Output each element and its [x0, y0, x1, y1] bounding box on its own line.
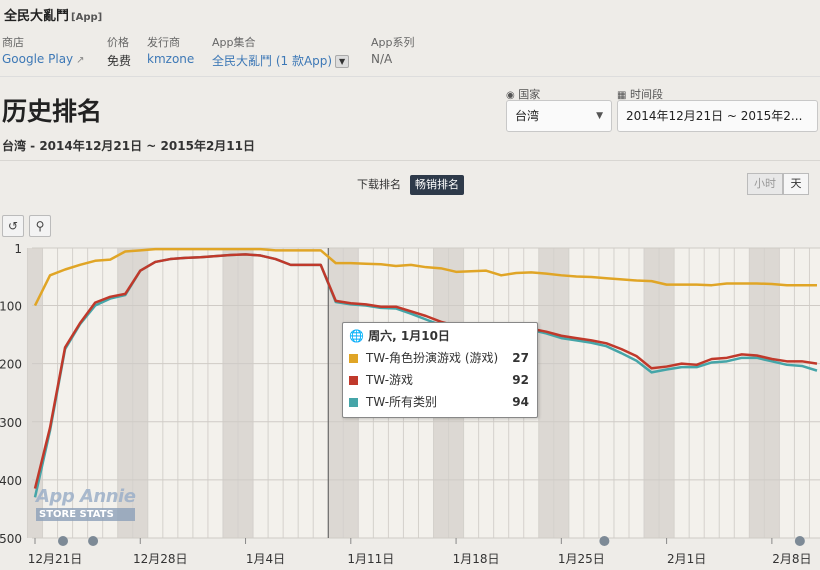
x-tick-label: 1月18日: [453, 552, 500, 566]
chevron-down-icon: ▼: [596, 111, 603, 121]
x-tick-label: 12月28日: [133, 552, 188, 566]
x-tick-label: 1月11日: [347, 552, 394, 566]
tab-download-rank[interactable]: 下载排名: [352, 175, 406, 195]
store-link[interactable]: Google Play ↗: [2, 52, 85, 66]
comment-marker-icon: [599, 536, 610, 546]
collection-value[interactable]: 全民大亂鬥 (1 款App): [212, 54, 332, 68]
tab-grossing-rank[interactable]: 畅销排名: [410, 175, 464, 195]
tooltip-series-label: TW-游戏: [366, 373, 414, 387]
y-tick-label: 200: [0, 358, 22, 372]
y-tick-label: 1: [14, 242, 22, 256]
y-tick-label: 500: [0, 532, 22, 546]
y-tick-label: 300: [0, 416, 22, 430]
header-divider: [0, 76, 820, 77]
country-value: 台湾: [515, 109, 540, 123]
y-axis-ticks: 1 100 200 300 400 500: [0, 242, 22, 546]
series-value: N/A: [371, 52, 393, 66]
app-name: 全民大亂鬥: [4, 9, 70, 24]
chart-tooltip: 🌐 周六, 1月10日 TW-角色扮演游戏 (游戏) 27 TW-游戏 92 T…: [342, 322, 538, 418]
weekend-band: [238, 248, 254, 538]
reset-icon[interactable]: ↺: [2, 215, 24, 237]
weekend-band: [749, 248, 765, 538]
tooltip-header: 🌐 周六, 1月10日: [349, 327, 531, 347]
tooltip-series-label: TW-角色扮演游戏 (游戏): [366, 351, 499, 365]
app-title: 全民大亂鬥 [App]: [4, 5, 102, 24]
weekend-band: [538, 248, 554, 538]
page-subtitle: 台湾 - 2014年12月21日 ~ 2015年2月11日: [2, 139, 255, 153]
toggle-day[interactable]: 天: [783, 173, 809, 195]
zoom-icon[interactable]: ⚲: [29, 215, 51, 237]
weekend-band: [764, 248, 780, 538]
price-value: 免费: [107, 54, 132, 68]
tooltip-series-value: 92: [512, 373, 529, 387]
legend-swatch: [349, 376, 358, 385]
comment-marker-icon: [58, 536, 68, 546]
section-divider: [0, 160, 820, 161]
weekend-band: [553, 248, 569, 538]
legend-swatch: [349, 398, 358, 407]
x-tick-label: 1月4日: [246, 552, 285, 566]
x-tick-label: 1月25日: [558, 552, 605, 566]
watermark-line2: STORE STATS: [36, 508, 136, 521]
x-tick-label: 2月1日: [667, 552, 706, 566]
collection-link[interactable]: 全民大亂鬥 (1 款App) ▼: [212, 52, 350, 69]
weekend-band: [659, 248, 675, 538]
store-label: 商店: [2, 36, 24, 49]
app-annie-watermark: App Annie STORE STATS: [36, 486, 136, 521]
legend-swatch: [349, 354, 358, 363]
series-label: App系列: [371, 36, 415, 49]
publisher-link[interactable]: kmzone: [147, 52, 194, 66]
weekend-band: [644, 248, 660, 538]
country-select[interactable]: 台湾 ▼: [506, 100, 612, 132]
store-value[interactable]: Google Play: [2, 52, 73, 66]
tooltip-series-label: TW-所有类别: [366, 395, 438, 409]
page-title: 历史排名: [2, 97, 103, 126]
tooltip-row: TW-游戏 92: [349, 369, 531, 391]
x-tick-label: 2月8日: [772, 552, 811, 566]
toggle-hour[interactable]: 小时: [747, 173, 783, 195]
period-value: 2014年12月21日 ~ 2015年2...: [626, 109, 803, 123]
comment-marker-icon: [88, 536, 99, 546]
tooltip-row: TW-所有类别 94: [349, 391, 531, 413]
period-select[interactable]: 2014年12月21日 ~ 2015年2...: [617, 100, 818, 132]
watermark-line1: App Annie: [36, 486, 136, 507]
external-link-icon[interactable]: ↗: [76, 55, 84, 66]
weekend-band: [222, 248, 239, 538]
y-tick-label: 100: [0, 300, 22, 314]
collection-label: App集合: [212, 36, 256, 49]
tooltip-series-value: 27: [512, 351, 529, 365]
chevron-down-icon[interactable]: ▼: [335, 55, 350, 68]
publisher-label: 发行商: [147, 36, 180, 49]
globe-icon: 🌐: [349, 329, 364, 343]
tooltip-date: 周六, 1月10日: [368, 329, 450, 343]
tooltip-series-value: 94: [512, 395, 529, 409]
x-axis-ticks: 12月21日 12月28日 1月4日 1月11日 1月18日 1月25日 2月1日 2月8日: [28, 538, 812, 566]
app-type-tag: [App]: [71, 12, 103, 23]
y-tick-label: 400: [0, 474, 22, 488]
tooltip-row: TW-角色扮演游戏 (游戏) 27: [349, 347, 531, 369]
x-tick-label: 12月21日: [28, 552, 83, 566]
comment-marker-icon: [794, 536, 805, 546]
price-label: 价格: [107, 36, 129, 49]
